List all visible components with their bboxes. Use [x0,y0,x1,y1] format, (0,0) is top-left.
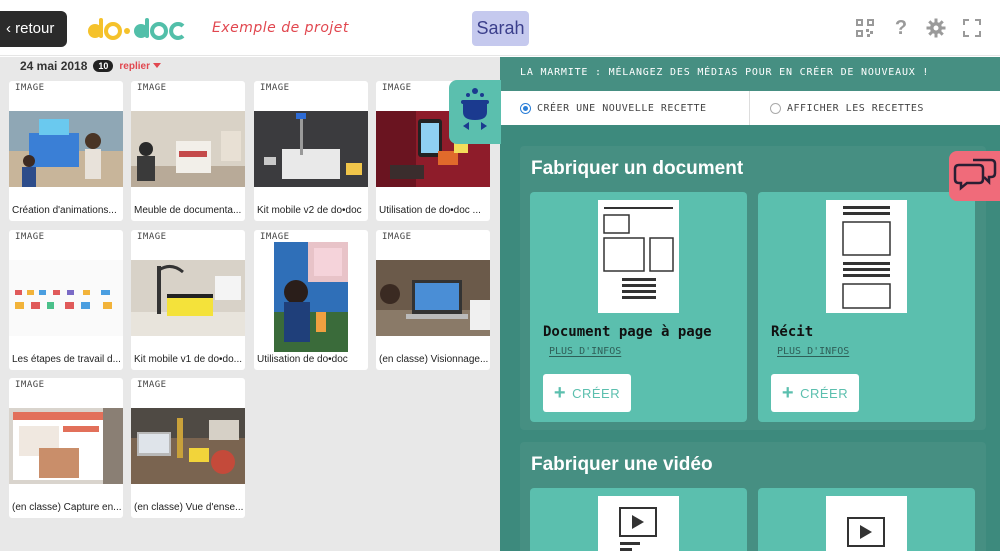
media-caption: Kit mobile v2 de do•doc [257,205,362,216]
mode-option-label: AFFICHER LES RECETTES [787,102,924,114]
chat-bubbles-icon [953,158,997,191]
date-label: 24 mai 2018 [20,59,88,73]
section-document: Fabriquer un document Document page à pa… [520,146,986,430]
media-caption: Création d'animations... [12,205,117,216]
media-caption: Kit mobile v1 de do•do... [134,354,243,365]
mode-option-show-recipes[interactable]: AFFICHER LES RECETTES [770,91,924,125]
media-thumbnail [131,260,245,336]
media-thumbnail [131,408,245,484]
marmite-header: LA MARMITE : MÉLANGEZ DES MÉDIAS POUR EN… [500,57,1000,91]
media-card[interactable]: IMAGE Meuble de documenta... [131,81,245,221]
media-caption: Utilisation de do•doc [257,354,348,365]
recipe-preview-page-layout [598,200,679,313]
fold-button[interactable]: replier [119,61,161,72]
media-type-label: IMAGE [137,232,167,242]
radio-selected-icon[interactable] [520,102,531,114]
recipe-card-video[interactable] [530,488,747,551]
media-card[interactable]: IMAGE (en classe) Vue d'ense... [131,378,245,518]
media-type-label: IMAGE [15,83,45,93]
fullscreen-icon[interactable] [962,18,982,38]
help-icon[interactable]: ? [891,18,911,38]
create-button[interactable]: + CRÉER [543,374,631,412]
qr-code-icon[interactable] [855,18,875,38]
mode-option-label: CRÉER UNE NOUVELLE RECETTE [537,102,707,114]
section-title: Fabriquer une vidéo [531,454,713,475]
date-group-header: 24 mai 2018 10 replier [20,57,161,75]
mode-divider [749,91,750,125]
media-thumbnail [376,260,490,336]
recipe-card-video[interactable] [758,488,975,551]
media-library-pane[interactable]: 24 mai 2018 10 replier IMAGE Création d'… [0,57,500,551]
media-card[interactable]: IMAGE (en classe) Visionnage... [376,230,490,370]
media-card[interactable]: IMAGE Kit mobile v1 de do•do... [131,230,245,370]
section-title: Fabriquer un document [531,158,744,179]
media-type-label: IMAGE [15,232,45,242]
section-video: Fabriquer une vidéo [520,442,986,551]
media-thumbnail [9,260,123,336]
media-caption: Meuble de documenta... [134,205,242,216]
create-button-label: CRÉER [800,385,849,401]
media-type-label: IMAGE [260,83,290,93]
marmite-header-text: LA MARMITE : MÉLANGEZ DES MÉDIAS POUR EN… [520,67,930,78]
media-type-label: IMAGE [260,232,290,242]
media-card[interactable]: IMAGE (en classe) Capture en... [9,378,123,518]
recipe-preview-video-layout [598,496,679,551]
recipe-card-story[interactable]: Récit PLUS D'INFOS + CRÉER [758,192,975,422]
more-info-link[interactable]: PLUS D'INFOS [777,346,849,357]
media-thumbnail [9,111,123,187]
create-button-label: CRÉER [572,385,621,401]
media-card[interactable]: IMAGE Les étapes de travail d... [9,230,123,370]
media-caption: (en classe) Visionnage... [379,354,489,365]
mode-option-new-recipe[interactable]: CRÉER UNE NOUVELLE RECETTE [520,91,707,125]
media-caption: (en classe) Capture en... [12,502,122,513]
recipe-preview-story-layout [826,200,907,313]
radio-unselected-icon[interactable] [770,102,781,114]
media-card[interactable]: IMAGE Création d'animations... [9,81,123,221]
media-thumbnail [131,111,245,187]
recipe-card-document[interactable]: Document page à page PLUS D'INFOS + CRÉE… [530,192,747,422]
media-type-label: IMAGE [15,380,45,390]
recipe-preview-video-layout [826,496,907,551]
dodoc-logo[interactable] [86,14,186,44]
user-badge[interactable]: Sarah [472,11,529,46]
media-type-label: IMAGE [382,232,412,242]
media-caption: Les étapes de travail d... [12,354,121,365]
media-type-label: IMAGE [382,83,412,93]
media-caption: (en classe) Vue d'ense... [134,502,244,513]
top-bar: ‹ retour Exemple de projet Sarah ? [0,0,1000,56]
more-info-link[interactable]: PLUS D'INFOS [549,346,621,357]
media-count-badge: 10 [93,60,114,72]
media-card[interactable]: IMAGE Utilisation de do•doc [254,230,368,370]
media-type-label: IMAGE [137,380,167,390]
media-thumbnail [254,111,368,187]
chat-tab[interactable] [949,151,1000,201]
plus-icon: + [781,382,795,404]
back-button[interactable]: ‹ retour [0,11,67,47]
recipe-name: Document page à page [543,324,712,340]
media-thumbnail [9,408,123,484]
marmite-pot-tab[interactable] [449,80,501,144]
media-caption: Utilisation de do•doc ... [379,205,481,216]
marmite-pane: LA MARMITE : MÉLANGEZ DES MÉDIAS POUR EN… [500,57,1000,551]
mode-selector: CRÉER UNE NOUVELLE RECETTE AFFICHER LES … [500,91,1000,125]
plus-icon: + [553,382,567,404]
create-button[interactable]: + CRÉER [771,374,859,412]
settings-icon[interactable] [926,18,946,38]
media-thumbnail [274,242,348,352]
recipe-name: Récit [771,324,814,340]
media-type-label: IMAGE [137,83,167,93]
media-card[interactable]: IMAGE Kit mobile v2 de do•doc [254,81,368,221]
project-title[interactable]: Exemple de projet [212,20,349,36]
cooking-pot-icon [461,88,489,130]
